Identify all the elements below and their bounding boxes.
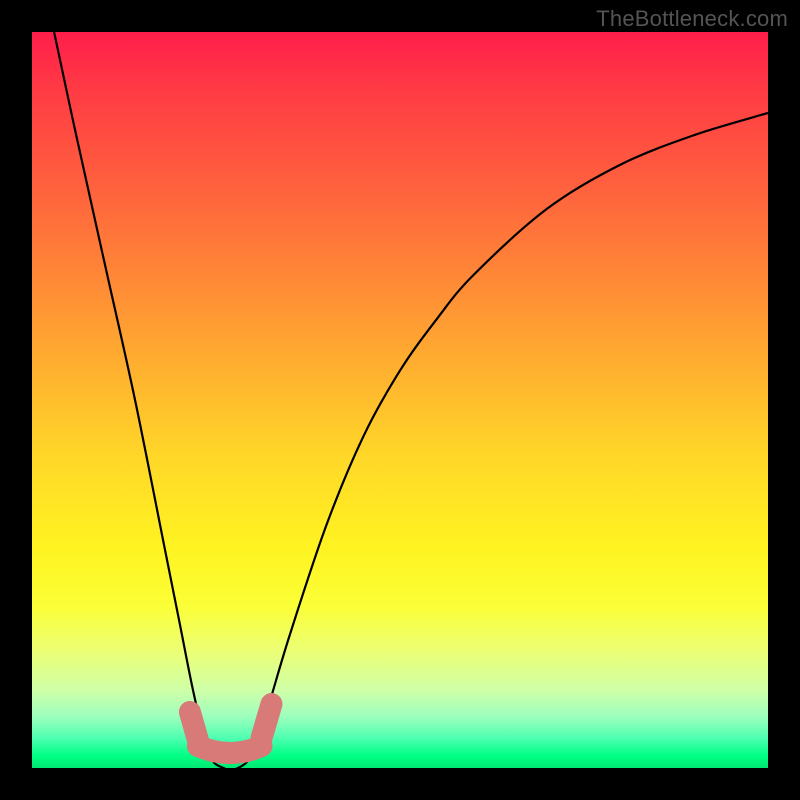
highlight-blob-right [262, 704, 272, 738]
watermark-text: TheBottleneck.com [596, 6, 788, 32]
chart-frame: TheBottleneck.com [0, 0, 800, 800]
curve-svg [32, 32, 768, 768]
plot-area [32, 32, 768, 768]
bottleneck-curve [54, 32, 768, 768]
highlight-blob-bottom [198, 746, 262, 753]
